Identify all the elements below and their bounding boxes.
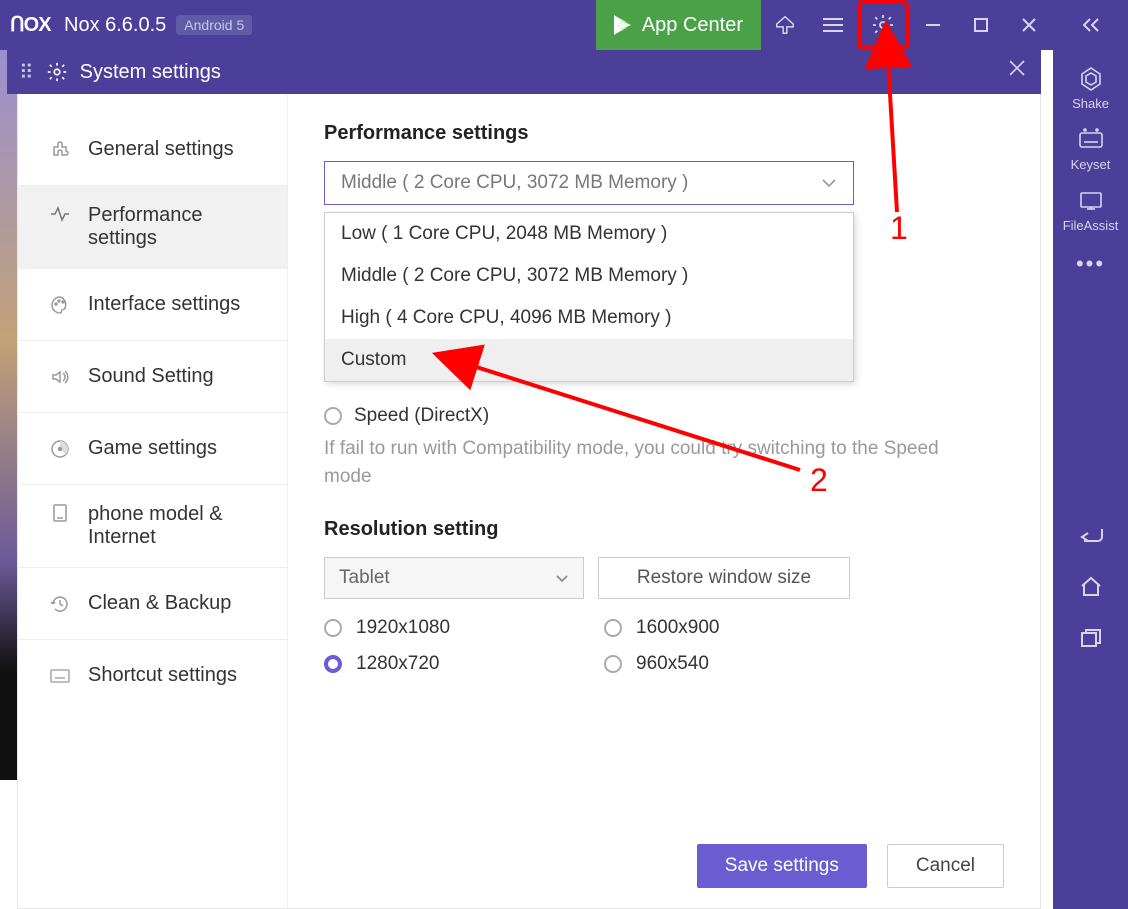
sidebar-label: Game settings [88,437,217,460]
res-option-960[interactable]: 960x540 [604,653,804,675]
perf-option-middle[interactable]: Middle ( 2 Core CPU, 3072 MB Memory ) [325,255,853,297]
chevron-down-icon [821,178,837,188]
restore-label: Restore window size [637,567,811,589]
sidebar-item-sound[interactable]: Sound Setting [18,341,287,412]
shake-icon [1077,64,1105,92]
settings-sidebar: General settings Performance settings In… [18,94,288,908]
sidebar-label: Clean & Backup [88,592,231,615]
cancel-button[interactable]: Cancel [887,844,1004,888]
rail-shake-label: Shake [1072,96,1109,111]
perf-preset-select[interactable]: Middle ( 2 Core CPU, 3072 MB Memory ) [324,161,854,205]
rail-fileassist-label: FileAssist [1063,218,1119,233]
theme-icon[interactable] [761,0,809,50]
nox-logo: ᑎOX [10,14,54,36]
wallpaper-edge [0,50,18,780]
speed-hint: If fail to run with Compatibility mode, … [324,435,974,490]
radio-selected-icon [324,655,342,673]
dialog-close-icon[interactable] [1007,58,1027,78]
res-option-1280[interactable]: 1280x720 [324,653,524,675]
sidebar-item-clean[interactable]: Clean & Backup [18,568,287,639]
resolution-section-title: Resolution setting [324,518,1004,541]
perf-preset-dropdown: Low ( 1 Core CPU, 2048 MB Memory ) Middl… [324,212,854,382]
game-icon [48,439,72,459]
app-center-label: App Center [642,14,743,37]
rail-fileassist[interactable]: FileAssist [1063,186,1119,233]
menu-icon[interactable] [809,0,857,50]
cancel-label: Cancel [916,855,975,877]
puzzle-icon [48,140,72,160]
rail-more-icon[interactable]: ••• [1076,251,1105,277]
app-title: Nox 6.6.0.5 [64,14,166,37]
home-icon[interactable] [1079,575,1103,597]
device-type-select[interactable]: Tablet [324,557,584,599]
restore-window-button[interactable]: Restore window size [598,557,850,599]
res-label: 1600x900 [636,617,719,639]
sidebar-item-interface[interactable]: Interface settings [18,269,287,340]
rail-keyset[interactable]: Keyset [1071,125,1111,172]
svg-text:ᑎOX: ᑎOX [10,14,52,36]
res-label: 960x540 [636,653,709,675]
sound-icon [48,367,72,387]
res-option-1600[interactable]: 1600x900 [604,617,804,639]
device-type-value: Tablet [339,567,390,589]
speed-label: Speed (DirectX) [354,405,489,427]
sidebar-label: General settings [88,138,234,161]
maximize-icon[interactable] [957,0,1005,50]
collapse-rail-icon[interactable] [1053,0,1128,50]
radio-icon [324,407,342,425]
keyset-icon [1077,125,1105,153]
sidebar-item-performance[interactable]: Performance settings [18,186,287,268]
res-label: 1920x1080 [356,617,450,639]
annotation-1: 1 [890,210,908,247]
sidebar-label: phone model & Internet [88,503,248,549]
chevron-down-icon [555,574,569,583]
settings-content: Performance settings Middle ( 2 Core CPU… [288,94,1040,908]
save-button[interactable]: Save settings [697,844,867,888]
radio-icon [604,655,622,673]
right-rail: Shake Keyset FileAssist ••• [1053,0,1128,909]
sidebar-item-game[interactable]: Game settings [18,413,287,484]
perf-preset-value: Middle ( 2 Core CPU, 3072 MB Memory ) [341,172,688,194]
sidebar-label: Interface settings [88,293,240,316]
app-center-button[interactable]: App Center [596,0,761,50]
res-option-1920[interactable]: 1920x1080 [324,617,524,639]
sidebar-item-general[interactable]: General settings [18,114,287,185]
perf-option-high[interactable]: High ( 4 Core CPU, 4096 MB Memory ) [325,297,853,339]
sidebar-label: Sound Setting [88,365,214,388]
history-icon [48,594,72,614]
back-icon[interactable] [1078,525,1104,545]
perf-section-title: Performance settings [324,122,1004,145]
speed-radio-row[interactable]: Speed (DirectX) [324,405,1004,427]
sidebar-item-phone[interactable]: phone model & Internet [18,485,287,567]
perf-option-custom[interactable]: Custom [325,339,853,381]
settings-header-title: System settings [80,61,221,84]
pulse-icon [48,204,72,224]
settings-icon-highlighted[interactable] [857,0,909,50]
sidebar-item-shortcut[interactable]: Shortcut settings [18,640,287,711]
save-label: Save settings [725,855,839,877]
sidebar-label: Performance settings [88,204,238,250]
phone-icon [48,503,72,523]
fileassist-icon [1077,186,1105,214]
radio-icon [324,619,342,637]
settings-panel: General settings Performance settings In… [17,94,1041,909]
keyboard-icon [48,669,72,683]
drag-handle-icon[interactable]: ⠿ [19,60,34,85]
perf-option-low[interactable]: Low ( 1 Core CPU, 2048 MB Memory ) [325,213,853,255]
play-icon [614,15,632,35]
android-badge: Android 5 [176,15,252,35]
rail-shake[interactable]: Shake [1072,64,1109,111]
res-label: 1280x720 [356,653,439,675]
rail-keyset-label: Keyset [1071,157,1111,172]
minimize-icon[interactable] [909,0,957,50]
window-close-icon[interactable] [1005,0,1053,50]
palette-icon [48,295,72,315]
recents-icon[interactable] [1079,627,1103,649]
radio-icon [604,619,622,637]
gear-icon [46,61,68,83]
sidebar-label: Shortcut settings [88,664,237,687]
settings-header: ⠿ System settings [7,50,1041,94]
annotation-2: 2 [810,462,828,499]
titlebar: ᑎOX Nox 6.6.0.5 Android 5 App Center [0,0,1053,50]
